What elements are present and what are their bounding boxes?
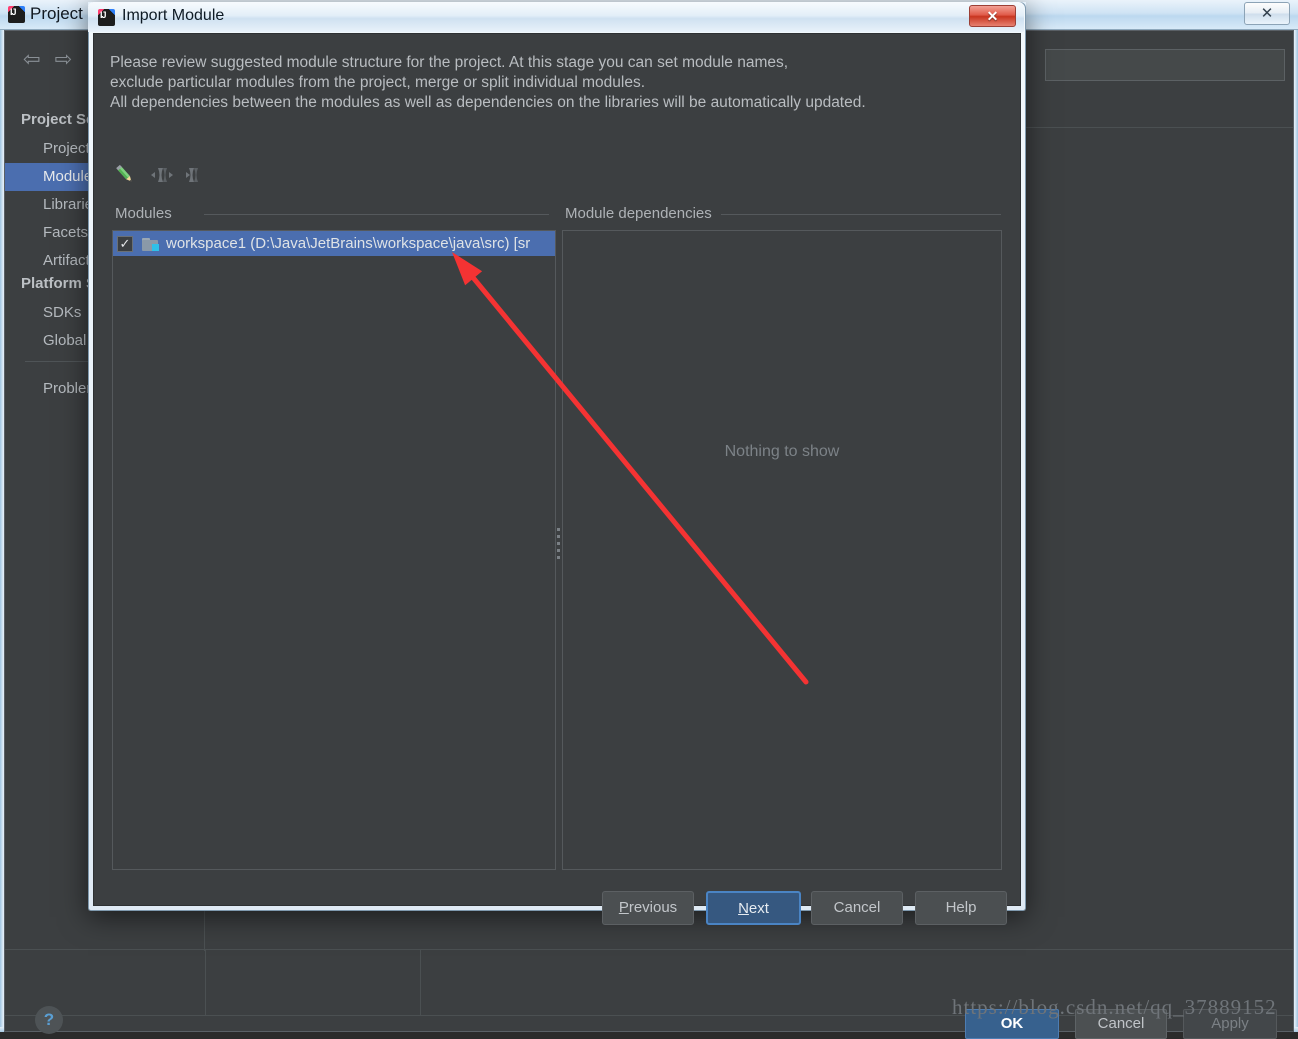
module-path-label: workspace1 (D:\Java\JetBrains\workspace\… — [166, 235, 531, 252]
dialog-titlebar: Import Module ✕ — [88, 2, 1024, 32]
sidebar-nav-arrows[interactable]: ⇦⇨ — [23, 47, 86, 72]
dialog-help-button[interactable]: Help — [915, 891, 1007, 925]
column-divider — [420, 949, 421, 1015]
dialog-close-button[interactable]: ✕ — [969, 5, 1016, 27]
help-question-mark-icon[interactable]: ? — [35, 1006, 63, 1034]
background-window-close-button[interactable]: ✕ — [1244, 2, 1290, 25]
description-line-2: exclude particular modules from the proj… — [110, 74, 645, 91]
dependencies-section-label: Module dependencies — [565, 205, 712, 222]
module-checkbox[interactable]: ✓ — [117, 235, 133, 252]
description-line-3: All dependencies between the modules as … — [110, 94, 866, 111]
dependencies-list-panel[interactable]: Nothing to show — [562, 230, 1002, 870]
module-toolbar — [108, 162, 232, 188]
dependencies-section-rule — [721, 214, 1001, 215]
module-list-row[interactable]: ✓ workspace1 (D:\Java\JetBrains\workspac… — [113, 231, 555, 256]
next-button-label: ext — [748, 900, 769, 917]
dialog-content: Please review suggested module structure… — [93, 33, 1021, 925]
previous-button-label: revious — [628, 899, 678, 916]
modules-section-rule — [204, 214, 549, 215]
description-line-1: Please review suggested module structure… — [110, 54, 789, 71]
module-folder-icon — [142, 237, 159, 251]
dialog-cancel-button[interactable]: Cancel — [811, 891, 903, 925]
next-button[interactable]: Next — [706, 891, 801, 925]
arrow-left-icon[interactable]: ⇦ — [23, 48, 55, 71]
arrow-right-icon[interactable]: ⇨ — [55, 48, 87, 71]
modules-list-panel[interactable]: ✓ workspace1 (D:\Java\JetBrains\workspac… — [112, 230, 556, 870]
previous-button[interactable]: Previous — [602, 891, 694, 925]
search-input[interactable] — [1045, 49, 1285, 81]
watermark-text: https://blog.csdn.net/qq_37889152 — [952, 995, 1277, 1019]
column-divider — [205, 949, 206, 1015]
modules-section-label: Modules — [115, 205, 172, 222]
splitter-grip-dots — [557, 528, 561, 562]
bottom-divider-top — [5, 949, 1293, 950]
dialog-title: Import Module — [122, 7, 225, 24]
previous-button-mnemonic: P — [618, 899, 629, 916]
merge-icon[interactable] — [149, 162, 175, 188]
pencil-icon[interactable] — [112, 162, 138, 188]
import-module-dialog: Import Module ✕ Please review suggested … — [88, 2, 1026, 925]
split-icon[interactable] — [108, 162, 206, 188]
next-button-mnemonic: N — [738, 900, 749, 917]
dependencies-empty-message: Nothing to show — [724, 443, 840, 460]
intellij-idea-icon — [8, 6, 25, 23]
intellij-idea-icon — [98, 9, 115, 26]
dialog-description: Please review suggested module structure… — [110, 53, 1000, 113]
